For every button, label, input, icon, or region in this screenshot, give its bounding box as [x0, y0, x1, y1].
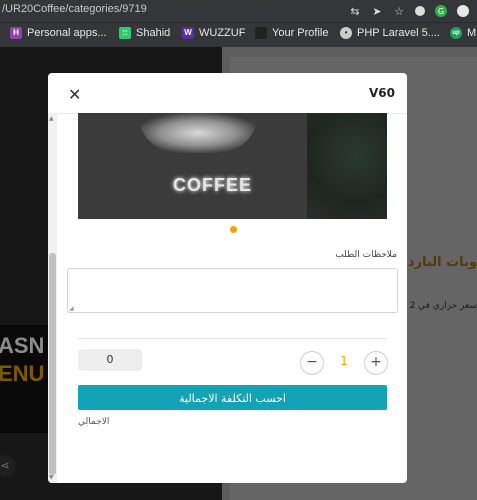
grammarly-icon[interactable]: G: [435, 5, 447, 17]
quantity-stepper: − 1 +: [300, 351, 388, 375]
bookmark-m[interactable]: up M: [450, 27, 476, 39]
notes-label: ملاحظات الطلب: [335, 250, 397, 260]
m-icon: up: [450, 27, 462, 39]
bookmark-label: M: [467, 27, 477, 39]
bookmark-label: PHP Laravel 5....: [357, 27, 440, 39]
h-icon: H: [10, 27, 22, 39]
bookmark-shahid[interactable]: :: Shahid: [119, 27, 170, 39]
decrease-quantity-button[interactable]: −: [300, 351, 324, 375]
increase-quantity-button[interactable]: +: [364, 351, 388, 375]
total-value-field: 0: [78, 349, 142, 371]
bookmark-label: WUZZUF: [199, 27, 246, 39]
extension-icon[interactable]: [415, 6, 425, 16]
bookmark-label: Personal apps...: [27, 27, 107, 39]
bookmark-label: Your Profile: [272, 27, 329, 39]
resize-handle-icon[interactable]: ◢: [69, 305, 74, 312]
scrollbar[interactable]: ▲ ▼: [48, 113, 57, 483]
notes-textarea[interactable]: ◢: [67, 268, 398, 313]
bookmark-label: Shahid: [136, 27, 171, 39]
bookmark-your-profile[interactable]: Your Profile: [255, 27, 328, 39]
address-bar[interactable]: /UR20Coffee/categories/9719 ⇆ ➤ ☆ G: [0, 0, 477, 22]
shahid-icon: ::: [119, 27, 131, 39]
scroll-up-icon[interactable]: ▲: [49, 115, 54, 122]
address-bar-actions: ⇆ ➤ ☆ G: [349, 0, 477, 22]
modal-header: ✕ V60: [48, 73, 407, 114]
product-image: COFFEE: [78, 113, 387, 219]
bookmark-php-laravel[interactable]: • PHP Laravel 5....: [340, 27, 440, 39]
calculate-total-button[interactable]: احسب التكلفة الاجمالية: [78, 385, 387, 410]
bookmarks-bar: H Personal apps... :: Shahid W WUZZUF Yo…: [0, 22, 477, 47]
total-label: الاجمالي: [78, 417, 110, 427]
translate-icon[interactable]: ⇆: [349, 5, 361, 18]
laravel-icon: •: [340, 27, 352, 39]
profile-icon: [255, 27, 267, 39]
coffee-sign-text: COFFEE: [173, 175, 253, 195]
modal-title: V60: [369, 86, 395, 100]
close-icon[interactable]: ✕: [68, 85, 81, 104]
bookmark-star-icon[interactable]: ☆: [393, 5, 405, 18]
bookmark-personal-apps[interactable]: H Personal apps...: [10, 27, 107, 39]
quantity-value: 1: [340, 354, 348, 368]
send-icon[interactable]: ➤: [371, 5, 383, 18]
plant-leaves: [307, 113, 387, 219]
carousel-dot[interactable]: [230, 226, 237, 233]
scrollbar-thumb[interactable]: [49, 253, 56, 475]
divider: [78, 338, 387, 339]
wuzzuf-icon: W: [182, 27, 194, 39]
bookmark-wuzzuf[interactable]: W WUZZUF: [182, 27, 245, 39]
light-glow: [138, 113, 258, 153]
scroll-down-icon[interactable]: ▼: [49, 474, 54, 481]
profile-avatar-icon[interactable]: [457, 5, 469, 17]
url-text[interactable]: /UR20Coffee/categories/9719: [2, 3, 147, 15]
product-modal: ✕ V60 ▲ ▼ COFFEE ملاحظات الطلب ◢ 0 − 1 +…: [48, 73, 407, 483]
